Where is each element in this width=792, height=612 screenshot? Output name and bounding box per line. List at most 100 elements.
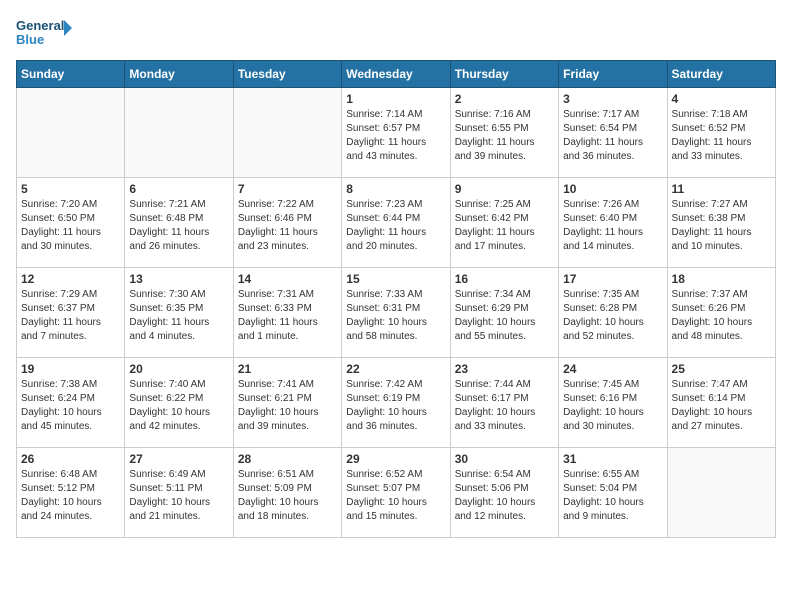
day-info: Sunrise: 7:40 AM Sunset: 6:22 PM Dayligh… [129, 378, 228, 434]
calendar-cell [667, 448, 775, 538]
calendar-cell: 20 Sunrise: 7:40 AM Sunset: 6:22 PM Dayli… [125, 358, 233, 448]
calendar-cell: 29 Sunrise: 6:52 AM Sunset: 5:07 PM Dayli… [342, 448, 450, 538]
week-row-5: 26 Sunrise: 6:48 AM Sunset: 5:12 PM Dayli… [17, 448, 776, 538]
calendar-cell: 25 Sunrise: 7:47 AM Sunset: 6:14 PM Dayli… [667, 358, 775, 448]
calendar-cell: 18 Sunrise: 7:37 AM Sunset: 6:26 PM Dayli… [667, 268, 775, 358]
svg-text:General: General [16, 18, 64, 33]
calendar-cell: 12 Sunrise: 7:29 AM Sunset: 6:37 PM Dayli… [17, 268, 125, 358]
day-number: 2 [455, 92, 554, 106]
logo: GeneralBlue [16, 16, 76, 48]
calendar-cell: 3Sunrise: 7:17 AM Sunset: 6:54 PM Daylig… [559, 88, 667, 178]
day-number: 26 [21, 452, 120, 466]
day-number: 9 [455, 182, 554, 196]
weekday-header-wednesday: Wednesday [342, 61, 450, 88]
logo-icon: GeneralBlue [16, 16, 76, 48]
svg-text:Blue: Blue [16, 32, 44, 47]
day-info: Sunrise: 7:37 AM Sunset: 6:26 PM Dayligh… [672, 288, 771, 344]
calendar-cell: 21 Sunrise: 7:41 AM Sunset: 6:21 PM Dayli… [233, 358, 341, 448]
day-number: 28 [238, 452, 337, 466]
calendar-cell: 8 Sunrise: 7:23 AM Sunset: 6:44 PM Daylig… [342, 178, 450, 268]
day-info: Sunrise: 7:35 AM Sunset: 6:28 PM Dayligh… [563, 288, 662, 344]
day-number: 8 [346, 182, 445, 196]
day-info: Sunrise: 7:34 AM Sunset: 6:29 PM Dayligh… [455, 288, 554, 344]
weekday-header-sunday: Sunday [17, 61, 125, 88]
calendar-cell: 19 Sunrise: 7:38 AM Sunset: 6:24 PM Dayli… [17, 358, 125, 448]
weekday-header-monday: Monday [125, 61, 233, 88]
day-info: Sunrise: 7:23 AM Sunset: 6:44 PM Dayligh… [346, 198, 445, 254]
day-number: 30 [455, 452, 554, 466]
weekday-header-thursday: Thursday [450, 61, 558, 88]
calendar-cell: 10 Sunrise: 7:26 AM Sunset: 6:40 PM Dayli… [559, 178, 667, 268]
day-number: 3 [563, 92, 662, 106]
day-info: Sunrise: 7:45 AM Sunset: 6:16 PM Dayligh… [563, 378, 662, 434]
day-info: Sunrise: 6:55 AM Sunset: 5:04 PM Dayligh… [563, 468, 662, 524]
day-info: Sunrise: 6:51 AM Sunset: 5:09 PM Dayligh… [238, 468, 337, 524]
day-number: 18 [672, 272, 771, 286]
day-info: Sunrise: 6:52 AM Sunset: 5:07 PM Dayligh… [346, 468, 445, 524]
day-number: 10 [563, 182, 662, 196]
day-number: 17 [563, 272, 662, 286]
day-info: Sunrise: 7:42 AM Sunset: 6:19 PM Dayligh… [346, 378, 445, 434]
calendar-cell: 14 Sunrise: 7:31 AM Sunset: 6:33 PM Dayli… [233, 268, 341, 358]
day-info: Sunrise: 7:18 AM Sunset: 6:52 PM Dayligh… [672, 108, 771, 164]
week-row-4: 19 Sunrise: 7:38 AM Sunset: 6:24 PM Dayli… [17, 358, 776, 448]
calendar-cell: 28 Sunrise: 6:51 AM Sunset: 5:09 PM Dayli… [233, 448, 341, 538]
calendar-cell: 26 Sunrise: 6:48 AM Sunset: 5:12 PM Dayli… [17, 448, 125, 538]
day-number: 7 [238, 182, 337, 196]
calendar-cell: 11 Sunrise: 7:27 AM Sunset: 6:38 PM Dayli… [667, 178, 775, 268]
calendar-cell: 15 Sunrise: 7:33 AM Sunset: 6:31 PM Dayli… [342, 268, 450, 358]
week-row-1: 1 Sunrise: 7:14 AM Sunset: 6:57 PM Daylig… [17, 88, 776, 178]
day-number: 29 [346, 452, 445, 466]
day-number: 4 [672, 92, 771, 106]
day-number: 20 [129, 362, 228, 376]
weekday-header-friday: Friday [559, 61, 667, 88]
day-number: 1 [346, 92, 445, 106]
calendar-cell: 16 Sunrise: 7:34 AM Sunset: 6:29 PM Dayli… [450, 268, 558, 358]
day-number: 14 [238, 272, 337, 286]
day-info: Sunrise: 7:31 AM Sunset: 6:33 PM Dayligh… [238, 288, 337, 344]
day-info: Sunrise: 7:22 AM Sunset: 6:46 PM Dayligh… [238, 198, 337, 254]
day-info: Sunrise: 7:41 AM Sunset: 6:21 PM Dayligh… [238, 378, 337, 434]
calendar-cell: 13 Sunrise: 7:30 AM Sunset: 6:35 PM Dayli… [125, 268, 233, 358]
calendar-cell: 2 Sunrise: 7:16 AM Sunset: 6:55 PM Daylig… [450, 88, 558, 178]
day-info: Sunrise: 6:54 AM Sunset: 5:06 PM Dayligh… [455, 468, 554, 524]
day-number: 19 [21, 362, 120, 376]
page-header: GeneralBlue [16, 16, 776, 48]
calendar-cell: 9 Sunrise: 7:25 AM Sunset: 6:42 PM Daylig… [450, 178, 558, 268]
day-info: Sunrise: 7:33 AM Sunset: 6:31 PM Dayligh… [346, 288, 445, 344]
calendar-cell [233, 88, 341, 178]
day-info: Sunrise: 7:38 AM Sunset: 6:24 PM Dayligh… [21, 378, 120, 434]
calendar-cell: 7 Sunrise: 7:22 AM Sunset: 6:46 PM Daylig… [233, 178, 341, 268]
weekday-header-row: SundayMondayTuesdayWednesdayThursdayFrid… [17, 61, 776, 88]
day-info: Sunrise: 7:21 AM Sunset: 6:48 PM Dayligh… [129, 198, 228, 254]
day-info: Sunrise: 7:27 AM Sunset: 6:38 PM Dayligh… [672, 198, 771, 254]
day-info: Sunrise: 7:29 AM Sunset: 6:37 PM Dayligh… [21, 288, 120, 344]
day-info: Sunrise: 7:25 AM Sunset: 6:42 PM Dayligh… [455, 198, 554, 254]
day-info: Sunrise: 7:16 AM Sunset: 6:55 PM Dayligh… [455, 108, 554, 164]
day-number: 22 [346, 362, 445, 376]
day-info: Sunrise: 7:44 AM Sunset: 6:17 PM Dayligh… [455, 378, 554, 434]
day-number: 11 [672, 182, 771, 196]
calendar-cell: 30 Sunrise: 6:54 AM Sunset: 5:06 PM Dayli… [450, 448, 558, 538]
day-number: 23 [455, 362, 554, 376]
day-number: 13 [129, 272, 228, 286]
day-info: Sunrise: 7:47 AM Sunset: 6:14 PM Dayligh… [672, 378, 771, 434]
day-info: Sunrise: 7:30 AM Sunset: 6:35 PM Dayligh… [129, 288, 228, 344]
week-row-2: 5Sunrise: 7:20 AM Sunset: 6:50 PM Daylig… [17, 178, 776, 268]
day-number: 25 [672, 362, 771, 376]
day-number: 15 [346, 272, 445, 286]
day-number: 27 [129, 452, 228, 466]
day-info: Sunrise: 6:48 AM Sunset: 5:12 PM Dayligh… [21, 468, 120, 524]
calendar-cell [125, 88, 233, 178]
day-number: 5 [21, 182, 120, 196]
calendar-table: SundayMondayTuesdayWednesdayThursdayFrid… [16, 60, 776, 538]
calendar-cell: 31Sunrise: 6:55 AM Sunset: 5:04 PM Dayli… [559, 448, 667, 538]
day-number: 12 [21, 272, 120, 286]
day-number: 24 [563, 362, 662, 376]
calendar-cell: 22 Sunrise: 7:42 AM Sunset: 6:19 PM Dayli… [342, 358, 450, 448]
day-info: Sunrise: 7:14 AM Sunset: 6:57 PM Dayligh… [346, 108, 445, 164]
day-info: Sunrise: 7:26 AM Sunset: 6:40 PM Dayligh… [563, 198, 662, 254]
day-number: 21 [238, 362, 337, 376]
day-number: 16 [455, 272, 554, 286]
weekday-header-saturday: Saturday [667, 61, 775, 88]
